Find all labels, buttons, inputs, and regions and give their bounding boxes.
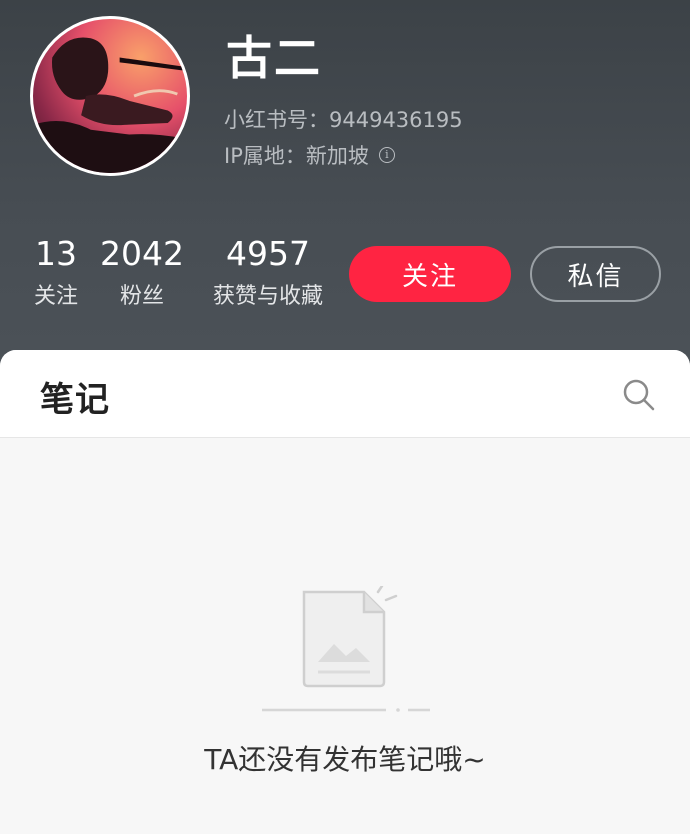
tab-notes[interactable]: 笔记 xyxy=(40,372,110,421)
ip-location-text: IP属地：新加坡 xyxy=(224,144,369,168)
search-icon[interactable] xyxy=(622,378,656,412)
stat-value: 4957 xyxy=(226,234,310,273)
stat-label: 粉丝 xyxy=(119,284,164,309)
nickname: 古二 xyxy=(226,31,322,85)
notes-panel: 笔记 TA还没有发布笔记哦~ xyxy=(0,350,690,834)
stat-label: 关注 xyxy=(33,284,78,309)
red-id[interactable]: 小红书号：9449436195 xyxy=(224,104,463,134)
stat-following[interactable]: 13 关注 xyxy=(28,234,84,310)
info-icon[interactable]: i xyxy=(378,147,395,163)
stat-fans[interactable]: 2042 粉丝 xyxy=(100,234,184,310)
stat-value: 13 xyxy=(35,234,77,273)
stat-likes-collects[interactable]: 4957 获赞与收藏 xyxy=(200,234,336,310)
stat-value: 2042 xyxy=(100,234,184,273)
profile-header: 古二 小红书号：9449436195 IP属地：新加坡 i 13 关注 2042… xyxy=(0,0,690,380)
follow-button[interactable]: 关注 xyxy=(349,246,511,302)
notes-tab-bar: 笔记 xyxy=(0,350,690,438)
ip-location: IP属地：新加坡 i xyxy=(224,140,395,170)
empty-notes-icon xyxy=(262,586,430,712)
avatar-image-icon xyxy=(33,37,187,173)
stat-label: 获赞与收藏 xyxy=(212,284,323,309)
avatar[interactable] xyxy=(30,16,190,176)
message-button[interactable]: 私信 xyxy=(530,246,661,302)
empty-notes-message: TA还没有发布笔记哦~ xyxy=(204,743,486,776)
